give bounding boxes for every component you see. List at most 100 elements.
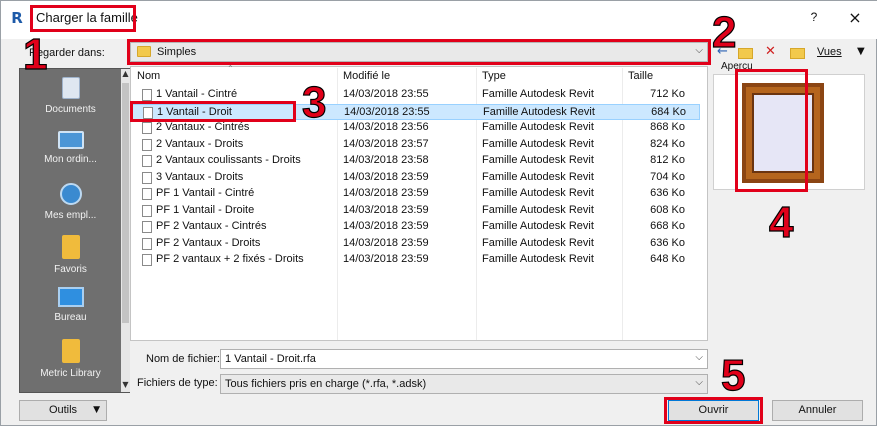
place-label: Metric Library — [40, 368, 101, 379]
scroll-down-icon[interactable]: ▼ — [121, 380, 130, 392]
file-row[interactable]: 2 Vantaux coulissants - Droits 14/03/2018… — [132, 153, 700, 169]
annotation-number-1: 1 — [22, 30, 48, 79]
file-name: 2 Vantaux coulissants - Droits — [156, 154, 301, 166]
file-name: PF 1 Vantail - Cintré — [156, 187, 255, 199]
filetype-dropdown[interactable]: Tous fichiers pris en charge (*.rfa, *.a… — [220, 374, 708, 394]
place-desktop[interactable]: Bureau — [20, 287, 121, 323]
column-header-date[interactable]: Modifié le — [343, 70, 390, 82]
open-button[interactable]: Ouvrir — [668, 400, 759, 421]
file-name: 1 Vantail - Droit — [157, 105, 232, 118]
file-date: 14/03/2018 23:59 — [343, 170, 429, 183]
file-size: 712 Ko — [650, 88, 685, 100]
place-computer[interactable]: Mon ordin... — [20, 131, 121, 165]
file-row[interactable]: 2 Vantaux - Cintrés 14/03/2018 23:56 Famil… — [132, 120, 700, 136]
file-icon — [143, 106, 153, 119]
file-name: 1 Vantail - Cintré — [156, 88, 238, 100]
place-metric-library[interactable]: Metric Library — [20, 339, 121, 379]
file-row[interactable]: 3 Vantaux - Droits 14/03/2018 23:59 Famill… — [132, 170, 700, 186]
file-size: 668 Ko — [650, 220, 685, 232]
file-name: 3 Vantaux - Droits — [156, 170, 244, 183]
preview-label: Aperçu — [721, 61, 753, 72]
file-type: Famille Autodesk Revit — [482, 253, 594, 265]
file-icon — [142, 204, 152, 217]
file-name: 2 Vantaux - Droits — [156, 137, 244, 150]
file-icon — [142, 122, 152, 134]
place-label: Mon ordin... — [44, 154, 97, 165]
title-bar: R Charger la famille ? × — [1, 1, 877, 39]
filename-value: 1 Vantail - Droit.rfa — [225, 353, 316, 365]
file-type: Famille Autodesk Revit — [482, 88, 594, 100]
file-type: Famille Autodesk Revit — [482, 187, 594, 199]
chevron-down-icon[interactable]: ⌵ — [695, 352, 703, 363]
window-glass — [752, 93, 814, 173]
file-date: 14/03/2018 23:57 — [343, 137, 429, 150]
place-documents[interactable]: Documents — [20, 77, 121, 115]
library-icon — [61, 339, 80, 363]
column-header-size[interactable]: Taille — [628, 70, 653, 82]
column-header-name[interactable]: Nom — [137, 70, 160, 82]
close-button[interactable]: × — [843, 8, 867, 28]
file-date: 14/03/2018 23:59 — [343, 253, 429, 265]
file-date: 14/03/2018 23:59 — [343, 220, 429, 232]
file-date: 14/03/2018 23:59 — [343, 236, 429, 249]
file-row[interactable]: PF 2 vantaux + 2 fixés - Droits 14/03/201… — [132, 252, 700, 268]
place-network[interactable]: Mes empl... — [20, 183, 121, 221]
scroll-up-icon[interactable]: ▲ — [121, 69, 130, 81]
column-header-type[interactable]: Type — [482, 70, 506, 82]
file-date: 14/03/2018 23:56 — [343, 121, 429, 133]
file-row[interactable]: 1 Vantail - Droit 14/03/2018 23:55 Famille… — [132, 103, 700, 120]
preview-pane — [713, 74, 865, 190]
look-in-dropdown[interactable]: Simples ⌵ — [130, 42, 708, 62]
file-name: PF 2 Vantaux - Droits — [156, 236, 261, 249]
file-type: Famille Autodesk Revit — [482, 154, 594, 166]
file-row[interactable]: 2 Vantaux - Droits 14/03/2018 23:57 Famill… — [132, 137, 700, 153]
documents-icon — [61, 77, 80, 99]
file-type: Famille Autodesk Revit — [483, 105, 595, 118]
file-row[interactable]: 1 Vantail - Cintré 14/03/2018 23:55 Famill… — [132, 87, 700, 103]
file-row[interactable]: PF 2 Vantaux - Cintrés 14/03/2018 23:59 Fa… — [132, 219, 700, 235]
cancel-button[interactable]: Annuler — [772, 400, 863, 421]
views-dropdown-arrow-icon[interactable]: ▼ — [857, 43, 865, 61]
file-row[interactable]: PF 2 Vantaux - Droits 14/03/2018 23:59 Fam… — [132, 236, 700, 252]
toolbar: ← ✕ Vues ▼ — [713, 42, 873, 62]
chevron-down-icon: ⌵ — [695, 45, 703, 56]
file-list: Nom ⌃ Modifié le Type Taille 1 Vantail -… — [130, 64, 708, 341]
new-folder-icon[interactable] — [790, 43, 806, 61]
file-date: 14/03/2018 23:59 — [343, 187, 429, 199]
network-icon — [59, 183, 82, 205]
file-name: PF 1 Vantail - Droite — [156, 203, 255, 216]
file-icon — [142, 171, 152, 184]
file-name: 2 Vantaux - Cintrés — [156, 121, 250, 133]
delete-icon[interactable]: ✕ — [765, 43, 776, 61]
file-type: Famille Autodesk Revit — [482, 121, 594, 133]
places-bar: Documents Mon ordin... Mes empl... Favor… — [19, 68, 130, 393]
file-size: 684 Ko — [651, 105, 686, 118]
filename-label: Nom de fichier: — [146, 353, 220, 365]
chevron-down-icon: ⌵ — [695, 377, 703, 388]
desktop-icon — [57, 287, 84, 307]
revit-logo-icon: R — [11, 9, 23, 27]
views-menu[interactable]: Vues — [817, 43, 842, 61]
annotation-number-3: 3 — [301, 78, 327, 127]
file-row[interactable]: PF 1 Vantail - Droite 14/03/2018 23:59 Fam… — [132, 203, 700, 219]
file-date: 14/03/2018 23:55 — [344, 105, 430, 118]
place-label: Bureau — [54, 312, 87, 323]
file-size: 824 Ko — [650, 137, 685, 150]
tools-button[interactable]: Outils ▼ — [19, 400, 107, 421]
file-date: 14/03/2018 23:59 — [343, 203, 429, 216]
file-size: 868 Ko — [650, 121, 685, 133]
file-size: 704 Ko — [650, 170, 685, 183]
file-row[interactable]: PF 1 Vantail - Cintré 14/03/2018 23:59 Fam… — [132, 186, 700, 202]
file-size: 608 Ko — [650, 203, 685, 216]
up-folder-icon[interactable] — [738, 43, 754, 61]
place-label: Mes empl... — [44, 210, 97, 221]
window-family-thumbnail — [742, 83, 824, 183]
scroll-thumb[interactable] — [122, 83, 129, 323]
filename-input[interactable]: 1 Vantail - Droit.rfa ⌵ — [220, 349, 708, 369]
file-date: 14/03/2018 23:58 — [343, 154, 429, 166]
file-date: 14/03/2018 23:55 — [343, 88, 429, 100]
help-button[interactable]: ? — [804, 10, 824, 28]
place-label: Documents — [45, 104, 96, 115]
places-scrollbar[interactable]: ▲ ▼ — [121, 69, 130, 392]
place-favorites[interactable]: Favoris — [20, 235, 121, 275]
